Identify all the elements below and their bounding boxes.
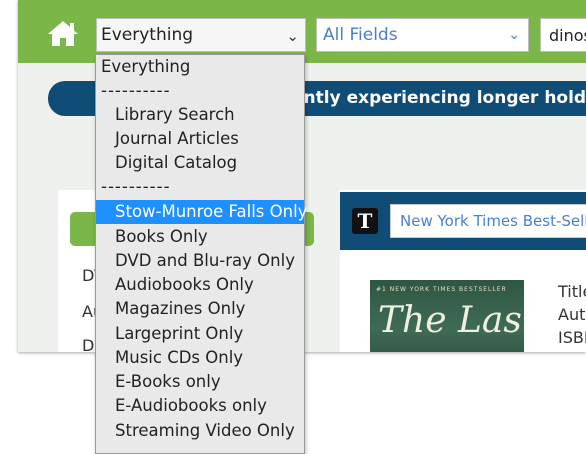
alert-text: ently experiencing longer hold deli [292, 88, 586, 108]
search-field-value: All Fields [323, 25, 398, 45]
book-cover-title: The Last [378, 300, 524, 341]
dropdown-option[interactable]: Music CDs Only [96, 346, 304, 370]
dropdown-option[interactable]: Audiobooks Only [96, 273, 304, 297]
search-scope-dropdown: Everything ---------- Library Search Jou… [95, 54, 307, 454]
search-field-select[interactable]: All Fields ⌄ [316, 18, 529, 52]
search-input[interactable]: dinos [540, 18, 586, 52]
dropdown-option[interactable]: DVD and Blu-ray Only [96, 249, 304, 273]
search-scope-value: Everything [101, 25, 194, 45]
bestseller-panel: T New York Times Best-Seller #1 NEW YORK… [340, 190, 586, 352]
dropdown-option[interactable]: E-Books only [96, 370, 304, 394]
dropdown-separator: ---------- [101, 81, 171, 100]
bestseller-list-value: New York Times Best-Seller [400, 212, 586, 230]
bestseller-header: T New York Times Best-Seller [340, 192, 586, 250]
book-cover-tag: #1 NEW YORK TIMES BESTSELLER [376, 286, 507, 293]
dropdown-option-selected[interactable]: Stow-Munroe Falls Only [96, 200, 307, 224]
book-cover[interactable]: #1 NEW YORK TIMES BESTSELLER The Last [370, 280, 524, 352]
search-scope-select[interactable]: Everything ⌄ [96, 18, 306, 52]
chevron-down-icon: ⌄ [286, 27, 299, 45]
book-meta-isbn: ISBN [558, 328, 586, 347]
bestseller-list-select[interactable]: New York Times Best-Seller [390, 204, 586, 238]
chevron-down-icon: ⌄ [508, 27, 520, 43]
search-input-value: dinos [549, 26, 586, 45]
dropdown-option[interactable]: Digital Catalog [96, 151, 304, 175]
book-meta-title: Title [558, 282, 586, 301]
dropdown-separator: ---------- [101, 177, 171, 196]
dropdown-option[interactable]: Largeprint Only [96, 322, 304, 346]
dropdown-option[interactable]: Streaming Video Only [96, 419, 304, 443]
home-icon[interactable] [46, 19, 80, 47]
dropdown-option[interactable]: Magazines Only [96, 297, 304, 321]
dropdown-option[interactable]: E-Audiobooks only [96, 394, 304, 418]
dropdown-option[interactable]: Everything [96, 55, 304, 79]
nyt-logo-icon: T [352, 208, 378, 234]
dropdown-option[interactable]: Library Search [96, 103, 304, 127]
book-meta-author: Auth [558, 305, 586, 324]
dropdown-option[interactable]: Journal Articles [96, 127, 304, 151]
dropdown-option[interactable]: Books Only [96, 225, 304, 249]
